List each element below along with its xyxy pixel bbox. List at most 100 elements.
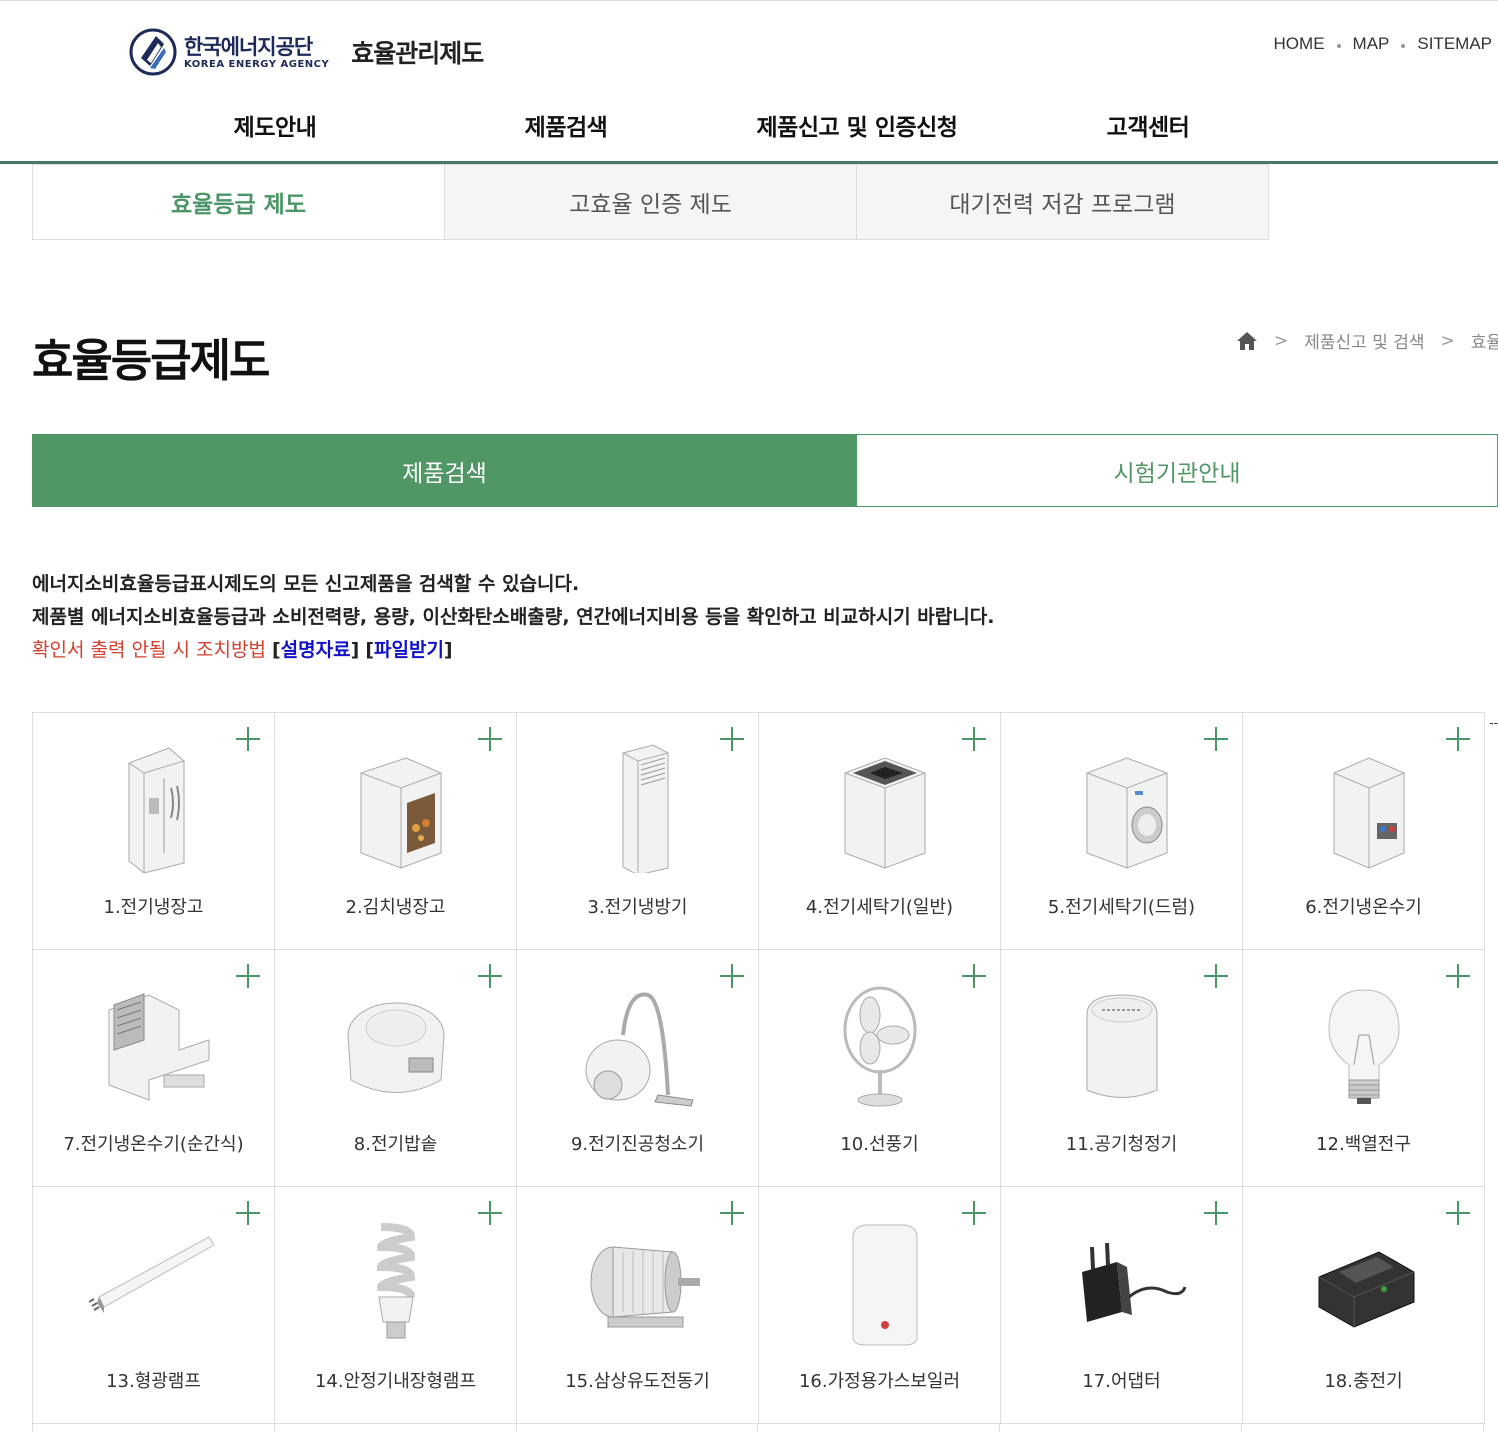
plus-icon[interactable] — [962, 727, 986, 751]
sub-tabs: 효율등급 제도 고효율 인증 제도 대기전력 저감 프로그램 — [32, 164, 1269, 240]
product-card[interactable]: 9.전기진공청소기 — [517, 950, 759, 1187]
plus-icon[interactable] — [720, 964, 744, 988]
product-card[interactable]: 10.선풍기 — [759, 950, 1001, 1187]
product-grid-next-row — [32, 1424, 1484, 1432]
map-link[interactable]: MAP — [1353, 34, 1390, 54]
plus-icon[interactable] — [1204, 964, 1228, 988]
air-purifier-icon — [1086, 994, 1157, 1098]
plus-icon[interactable] — [1204, 1201, 1228, 1225]
product-card[interactable]: 5.전기세탁기(드럼) — [1001, 713, 1243, 950]
product-label: 2.김치냉장고 — [345, 897, 446, 918]
plus-icon[interactable] — [1446, 964, 1470, 988]
segment-test-agencies[interactable]: 시험기관안내 — [857, 434, 1498, 507]
nav-item-product-search[interactable]: 제품검색 — [525, 108, 608, 142]
motor-icon — [590, 1246, 700, 1328]
product-card[interactable]: 8.전기밥솥 — [275, 950, 517, 1187]
product-label: 7.전기냉온수기(순간식) — [63, 1134, 244, 1155]
product-card[interactable]: 12.백열전구 — [1243, 950, 1485, 1187]
product-label: 9.전기진공청소기 — [570, 1134, 705, 1155]
plus-icon[interactable] — [720, 727, 744, 751]
product-card[interactable]: 2.김치냉장고 — [275, 713, 517, 950]
description-line-1: 에너지소비효율등급표시제도의 모든 신고제품을 검색할 수 있습니다. — [32, 573, 580, 595]
page-title: 효율등급제도 — [32, 334, 270, 387]
site-title[interactable]: 효율관리제도 — [351, 34, 484, 70]
product-card[interactable]: 6.전기냉온수기 — [1243, 713, 1485, 950]
product-label: 14.안정기내장형램프 — [314, 1371, 477, 1392]
product-label: 5.전기세탁기(드럼) — [1047, 897, 1196, 918]
incandescent-bulb-icon — [1327, 989, 1400, 1104]
product-card[interactable]: 13.형광램프 — [33, 1187, 275, 1424]
breadcrumb: > 제품신고 및 검색 > 효율 — [1236, 328, 1498, 353]
plus-icon[interactable] — [236, 1201, 260, 1225]
separator-dot — [1336, 44, 1341, 48]
plus-icon[interactable] — [236, 964, 260, 988]
tab-standby-power[interactable]: 대기전력 저감 프로그램 — [856, 164, 1269, 240]
product-card[interactable]: 16.가정용가스보일러 — [759, 1187, 1001, 1424]
tab-efficiency-grade[interactable]: 효율등급 제도 — [32, 164, 445, 240]
plus-icon[interactable] — [478, 727, 502, 751]
product-label: 12.백열전구 — [1316, 1134, 1411, 1155]
nav-item-system-guide[interactable]: 제도안내 — [234, 108, 317, 142]
product-card[interactable]: 18.충전기 — [1243, 1187, 1485, 1424]
plus-icon[interactable] — [962, 1201, 986, 1225]
breadcrumb-item-current[interactable]: 효율 — [1471, 328, 1498, 353]
product-card[interactable]: 11.공기청정기 — [1001, 950, 1243, 1187]
plus-icon[interactable] — [720, 1201, 744, 1225]
sitemap-link[interactable]: SITEMAP — [1417, 34, 1492, 54]
plus-icon[interactable] — [478, 964, 502, 988]
segment-product-search[interactable]: 제품검색 — [32, 434, 857, 507]
product-card[interactable]: 1.전기냉장고 — [33, 713, 275, 950]
print-issue-text: 확인서 출력 안될 시 조치방법 — [32, 639, 266, 661]
product-grid: 1.전기냉장고 2.김치냉장고 3.전기냉방기 4.전기세탁기(일반) 5.전기세탁기(… — [32, 712, 1485, 1424]
product-label: 15.삼상유도전동기 — [565, 1371, 710, 1392]
description: 에너지소비효율등급표시제도의 모든 신고제품을 검색할 수 있습니다. 제품별 … — [32, 568, 994, 667]
plus-icon[interactable] — [478, 1201, 502, 1225]
product-card[interactable]: 15.삼상유도전동기 — [517, 1187, 759, 1424]
vacuum-cleaner-icon — [585, 992, 694, 1107]
nav-item-customer-center[interactable]: 고객센터 — [1107, 108, 1190, 142]
product-label: 8.전기밥솥 — [353, 1134, 438, 1155]
product-card[interactable]: 17.어댑터 — [1001, 1187, 1243, 1424]
separator-dot — [1401, 44, 1406, 48]
utility-menu: HOME MAP SITEMAP — [1274, 34, 1492, 54]
fan-icon — [843, 986, 916, 1107]
download-file-link[interactable]: 파일받기 — [374, 639, 444, 661]
nav-item-report-certification[interactable]: 제품신고 및 인증신청 — [757, 108, 958, 142]
top-load-washer-icon — [844, 757, 925, 869]
plus-icon[interactable] — [236, 727, 260, 751]
home-link[interactable]: HOME — [1274, 34, 1325, 54]
product-label: 11.공기청정기 — [1065, 1134, 1178, 1155]
product-card[interactable]: 3.전기냉방기 — [517, 713, 759, 950]
plus-icon[interactable] — [1446, 727, 1470, 751]
site-logo[interactable]: 한국에너지공단 KOREA ENERGY AGENCY 효율관리제도 — [128, 28, 484, 76]
fridge-icon — [128, 747, 184, 873]
edge-mark: -- — [1489, 716, 1498, 730]
org-name-ko: 한국에너지공단 — [184, 34, 313, 59]
org-name-en: KOREA ENERGY AGENCY — [184, 58, 330, 70]
adapter-icon — [1081, 1242, 1186, 1322]
product-card[interactable]: 14.안정기내장형램프 — [275, 1187, 517, 1424]
rice-cooker-icon — [347, 1002, 444, 1093]
product-label: 10.선풍기 — [840, 1134, 919, 1155]
breadcrumb-item[interactable]: 제품신고 및 검색 — [1304, 328, 1424, 353]
segment-tabs: 제품검색 시험기관안내 — [32, 434, 1498, 507]
home-icon[interactable] — [1236, 331, 1258, 351]
product-card[interactable]: 7.전기냉온수기(순간식) — [33, 950, 275, 1187]
guide-doc-link[interactable]: 설명자료 — [281, 639, 351, 661]
main-nav: 제도안내 제품검색 제품신고 및 인증신청 고객센터 — [0, 108, 1498, 164]
product-label: 3.전기냉방기 — [587, 897, 688, 918]
chevron-right-icon: > — [1440, 330, 1455, 351]
kimchi-fridge-icon — [360, 757, 441, 869]
product-card[interactable]: 4.전기세탁기(일반) — [759, 713, 1001, 950]
plus-icon[interactable] — [962, 964, 986, 988]
product-label: 6.전기냉온수기 — [1305, 897, 1422, 918]
product-label: 18.충전기 — [1324, 1371, 1403, 1392]
instant-dispenser-icon — [108, 993, 209, 1101]
fluorescent-lamp-icon — [88, 1236, 215, 1313]
tab-high-efficiency[interactable]: 고효율 인증 제도 — [444, 164, 857, 240]
charger-icon — [1318, 1251, 1414, 1328]
plus-icon[interactable] — [1204, 727, 1228, 751]
plus-icon[interactable] — [1446, 1201, 1470, 1225]
product-label: 13.형광램프 — [106, 1371, 201, 1392]
drum-washer-icon — [1086, 757, 1167, 869]
